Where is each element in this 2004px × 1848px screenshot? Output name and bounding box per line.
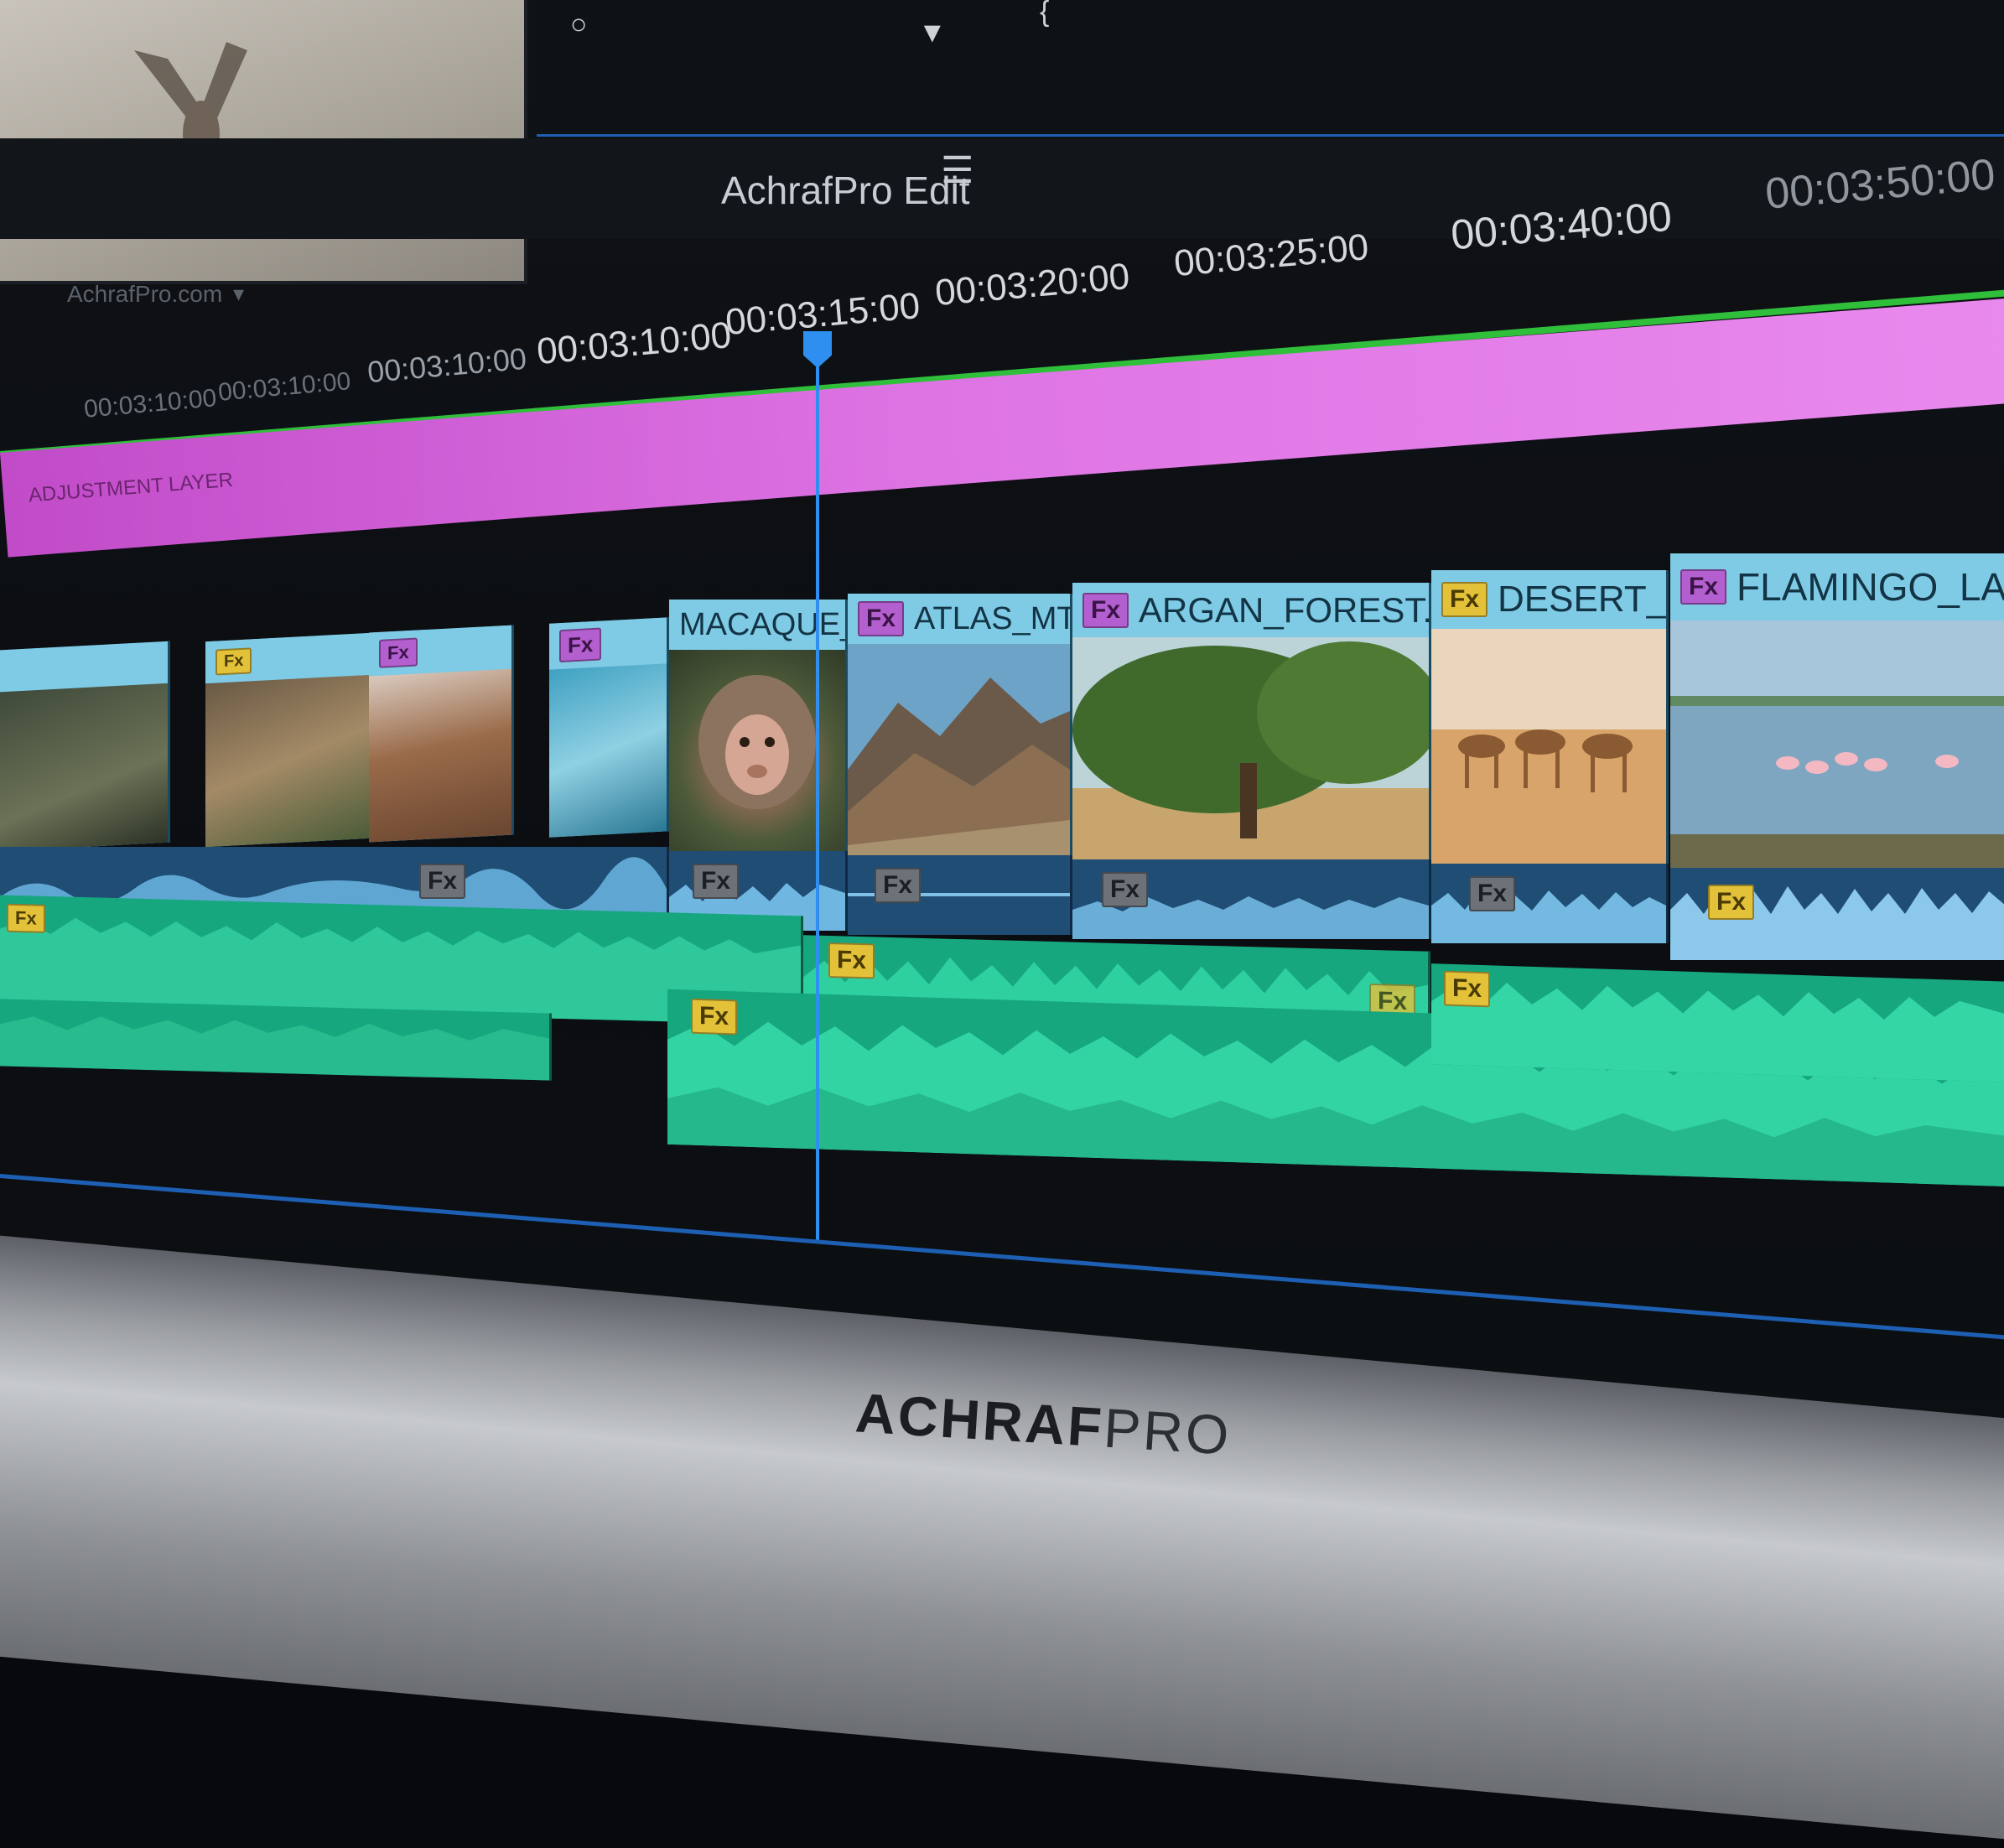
clip-thumbnail: [1072, 637, 1429, 868]
clip-header: Fx ARGAN_FOREST.MP4: [1072, 583, 1429, 637]
playhead-line[interactable]: [816, 361, 819, 1241]
ruler-timecode: 00:03:20:00: [933, 255, 1132, 314]
ruler-timecode: 00:03:10:00: [366, 340, 528, 390]
fx-badge[interactable]: Fx: [1444, 970, 1491, 1008]
video-clip[interactable]: Fx: [549, 617, 669, 838]
adjustment-layer-label: ADJUSTMENT LAYER: [27, 468, 234, 507]
camels-image: [1431, 629, 1666, 872]
fx-badge[interactable]: Fx: [828, 942, 875, 979]
fx-badge[interactable]: Fx: [691, 998, 738, 1036]
ruler-timecode: 00:03:10:00: [535, 314, 734, 373]
fx-badge[interactable]: Fx: [875, 868, 922, 903]
fx-badge[interactable]: Fx: [419, 864, 466, 899]
video-clip-argan-forest[interactable]: Fx ARGAN_FOREST.MP4: [1072, 583, 1431, 868]
sequence-title[interactable]: AchrafPro Edit: [721, 168, 970, 213]
clip-name: MACAQUE_01.MP4: [679, 606, 845, 642]
clip-name: ARGAN_FOREST.MP4: [1139, 589, 1431, 630]
clip-thumbnail: [1670, 620, 2004, 880]
video-clip[interactable]: Fx: [205, 632, 371, 848]
timeline-header: [0, 138, 2004, 239]
video-clip-macaque[interactable]: MACAQUE_01.MP4: [669, 600, 848, 855]
clip-header: Fx FLAMINGO_LA: [1670, 553, 2004, 620]
audio-clip-a1[interactable]: Fx: [848, 855, 1072, 935]
argan-tree-image: [1072, 637, 1429, 868]
ruler-timecode: 00:03:10:00: [216, 367, 352, 407]
video-clip[interactable]: [0, 641, 170, 852]
fx-badge[interactable]: Fx: [1708, 885, 1755, 920]
brace-icon: {: [1040, 0, 1050, 28]
fx-badge[interactable]: Fx: [1680, 569, 1727, 605]
clip-name: FLAMINGO_LA: [1737, 565, 2004, 609]
video-clip-desert[interactable]: Fx DESERT_: [1431, 570, 1669, 872]
clip-thumbnail: [848, 644, 1070, 862]
audio-clip-a2[interactable]: [0, 999, 552, 1081]
clip-name: ATLAS_MTS_: [914, 600, 1070, 636]
fx-badge[interactable]: Fx: [693, 864, 740, 899]
video-track-v1: Fx Fx Fx MACAQUE_01.MP4: [0, 545, 2004, 880]
clip-header: Fx: [549, 617, 667, 670]
clip-thumbnail: [369, 668, 511, 843]
flamingo-lagoon-image: [1670, 620, 2004, 880]
audio-clip-a1[interactable]: Fx: [1072, 859, 1431, 939]
clip-header: Fx ATLAS_MTS_: [848, 594, 1070, 644]
audio-waveform: [1431, 889, 1666, 943]
hamburger-menu-icon[interactable]: ☰: [941, 149, 973, 192]
video-clip-flamingo[interactable]: Fx FLAMINGO_LA: [1670, 553, 2004, 880]
audio-clip-a1[interactable]: Fx: [1431, 864, 1669, 943]
program-monitor-controls: ○ ▼ {: [537, 0, 2004, 137]
clip-header: Fx: [369, 625, 511, 677]
audio-clip-a1[interactable]: Fx: [1670, 868, 2004, 960]
fx-badge[interactable]: Fx: [1102, 872, 1149, 907]
clip-thumbnail: [205, 674, 369, 848]
ruler-timecode: 00:03:10:00: [82, 384, 218, 423]
fx-badge[interactable]: Fx: [379, 637, 418, 668]
clip-thumbnail: [1431, 629, 1666, 872]
video-clip[interactable]: Fx: [369, 625, 514, 843]
audio-waveform: [1431, 982, 2004, 1082]
fx-badge[interactable]: Fx: [215, 646, 252, 676]
fx-badge[interactable]: Fx: [1441, 582, 1488, 617]
fx-badge[interactable]: Fx: [858, 601, 905, 636]
audio-waveform: [0, 1016, 549, 1081]
clip-thumbnail: [0, 683, 168, 852]
fx-badge[interactable]: Fx: [1469, 876, 1516, 911]
fx-badge[interactable]: Fx: [559, 627, 602, 663]
in-point-icon[interactable]: ○: [570, 8, 588, 41]
audio-clip-a2[interactable]: Fx: [1431, 963, 2004, 1082]
mountains-image: [848, 644, 1070, 862]
video-clip-atlas[interactable]: Fx ATLAS_MTS_: [848, 594, 1072, 862]
fx-badge[interactable]: Fx: [7, 903, 45, 933]
clip-thumbnail: [549, 663, 667, 838]
fx-badge[interactable]: Fx: [1082, 592, 1129, 628]
marker-icon[interactable]: ▼: [918, 17, 947, 49]
clip-header: Fx DESERT_: [1431, 570, 1666, 629]
clip-name: DESERT_: [1498, 579, 1668, 620]
